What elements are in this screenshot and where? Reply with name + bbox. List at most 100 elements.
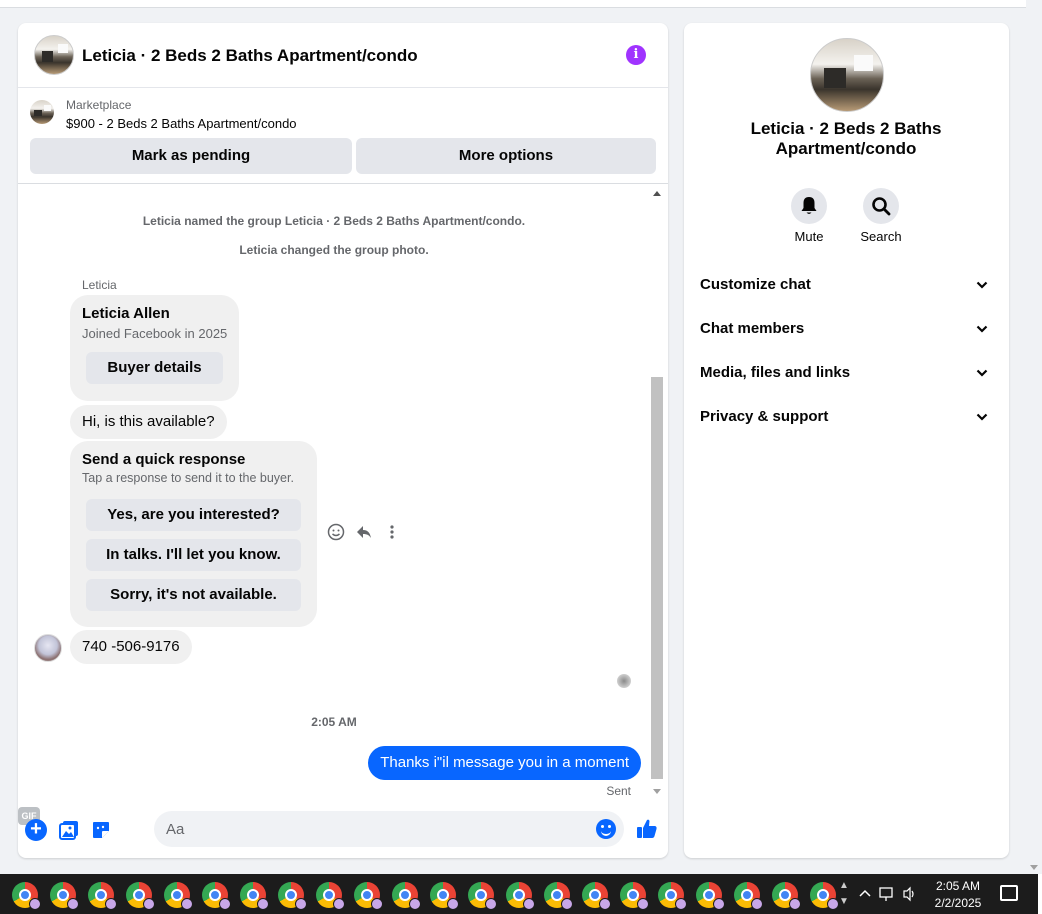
profile-badge-icon	[219, 898, 231, 910]
taskbar-chrome-profile-icon[interactable]	[734, 882, 763, 910]
scroll-up-arrow-icon[interactable]	[653, 191, 661, 196]
search-icon[interactable]	[863, 188, 899, 224]
buyer-card: Leticia Allen Joined Facebook in 2025 Bu…	[70, 295, 239, 401]
incoming-message[interactable]: 740 -506-9176	[70, 630, 192, 664]
taskbar-chrome-profile-icon[interactable]	[202, 882, 231, 910]
mark-as-pending-button[interactable]: Mark as pending	[30, 138, 352, 174]
quick-response-title: Send a quick response	[82, 451, 246, 468]
incoming-message[interactable]: Hi, is this available?	[70, 405, 227, 439]
group-photo[interactable]	[810, 38, 884, 112]
conversation-info-panel: Leticia · 2 Beds 2 Baths Apartment/condo…	[684, 23, 1009, 858]
bell-icon[interactable]	[791, 188, 827, 224]
message-composer: + GIF	[18, 807, 668, 858]
info-icon[interactable]: i	[626, 45, 646, 65]
show-desktop-button[interactable]	[1038, 874, 1042, 914]
marketplace-label: Marketplace	[66, 98, 132, 112]
taskbar-scroll-arrows[interactable]: ▲ ▼	[837, 878, 851, 912]
message-input-container	[154, 811, 624, 847]
emoji-icon[interactable]	[596, 819, 616, 839]
taskbar-chrome-profile-icon[interactable]	[278, 882, 307, 910]
scrollbar-thumb[interactable]	[651, 377, 663, 779]
more-vertical-icon[interactable]	[382, 523, 402, 543]
section-privacy-support[interactable]: Privacy & support	[700, 405, 993, 429]
section-label: Privacy & support	[700, 408, 829, 425]
mute-label: Mute	[794, 229, 824, 244]
profile-badge-icon	[371, 898, 383, 910]
buyer-joined: Joined Facebook in 2025	[82, 326, 228, 341]
listing-thumbnail[interactable]	[30, 100, 54, 124]
taskbar-chrome-profile-icon[interactable]	[430, 882, 459, 910]
taskbar-chrome-profile-icon[interactable]	[354, 882, 383, 910]
photo-icon[interactable]	[58, 819, 80, 841]
browser-top-edge	[0, 0, 1026, 8]
taskbar-chrome-profile-icon[interactable]	[810, 882, 839, 910]
section-media-files-links[interactable]: Media, files and links	[700, 361, 993, 385]
taskbar-chrome-profile-icon[interactable]	[126, 882, 155, 910]
scroll-down-arrow-icon[interactable]	[1030, 865, 1038, 870]
seen-indicator-avatar	[617, 674, 631, 688]
taskbar-chrome-profile-icon[interactable]	[544, 882, 573, 910]
conversation-avatar[interactable]	[34, 35, 74, 75]
taskbar-chrome-profile-icon[interactable]	[12, 882, 41, 910]
taskbar-chrome-profile-icon[interactable]	[506, 882, 535, 910]
system-message: Leticia named the group Leticia · 2 Beds…	[142, 214, 526, 228]
taskbar-chrome-profile-icon[interactable]	[316, 882, 345, 910]
scroll-down-arrow-icon[interactable]	[653, 789, 661, 794]
taskbar-clock[interactable]: 2:05 AM 2/2/2025	[928, 878, 988, 912]
network-icon	[879, 887, 893, 898]
outgoing-message[interactable]: Thanks i"il message you in a moment	[368, 746, 641, 780]
profile-badge-icon	[143, 898, 155, 910]
profile-badge-icon	[485, 898, 497, 910]
search-button[interactable]: Search	[851, 188, 911, 244]
thumbs-up-icon[interactable]	[635, 817, 659, 841]
taskbar-chrome-profile-icon[interactable]	[240, 882, 269, 910]
message-status: Sent	[606, 784, 631, 798]
section-chat-members[interactable]: Chat members	[700, 317, 993, 341]
system-message: Leticia changed the group photo.	[239, 243, 429, 257]
profile-badge-icon	[523, 898, 535, 910]
chat-panel: Leticia · 2 Beds 2 Baths Apartment/condo…	[18, 23, 668, 858]
quick-response-subtitle: Tap a response to send it to the buyer.	[82, 471, 294, 485]
notification-center-icon[interactable]	[1000, 885, 1018, 901]
taskbar-chrome-profile-icon[interactable]	[658, 882, 687, 910]
taskbar-chrome-profile-icon[interactable]	[696, 882, 725, 910]
profile-badge-icon	[713, 898, 725, 910]
profile-badge-icon	[827, 898, 839, 910]
plus-icon[interactable]: +	[25, 819, 47, 841]
taskbar-chrome-profile-icon[interactable]	[468, 882, 497, 910]
page-scrollbar[interactable]	[1026, 0, 1042, 874]
chat-header: Leticia · 2 Beds 2 Baths Apartment/condo…	[18, 23, 668, 88]
taskbar-chrome-profile-icon[interactable]	[50, 882, 79, 910]
reply-icon[interactable]	[354, 523, 374, 543]
taskbar: ▲ ▼ 2:05 AM 2/2/2025	[0, 874, 1042, 914]
taskbar-chrome-profile-icon[interactable]	[164, 882, 193, 910]
message-list: Leticia named the group Leticia · 2 Beds…	[18, 185, 668, 805]
mute-button[interactable]: Mute	[779, 188, 839, 244]
sender-avatar[interactable]	[34, 634, 62, 662]
system-tray[interactable]	[858, 884, 918, 907]
conversation-title[interactable]: Leticia · 2 Beds 2 Baths Apartment/condo	[82, 46, 418, 66]
taskbar-chrome-profile-icon[interactable]	[582, 882, 611, 910]
buyer-details-button[interactable]: Buyer details	[86, 352, 223, 384]
chevron-down-icon	[976, 413, 988, 421]
taskbar-chrome-profile-icon[interactable]	[88, 882, 117, 910]
taskbar-chrome-profile-icon[interactable]	[620, 882, 649, 910]
listing-title[interactable]: $900 - 2 Beds 2 Baths Apartment/condo	[66, 116, 297, 131]
message-scrollbar[interactable]	[650, 186, 664, 798]
taskbar-chrome-profile-icon[interactable]	[772, 882, 801, 910]
quick-response-option[interactable]: In talks. I'll let you know.	[86, 539, 301, 571]
message-input[interactable]	[166, 811, 586, 847]
profile-badge-icon	[29, 898, 41, 910]
taskbar-chrome-profile-icon[interactable]	[392, 882, 421, 910]
section-customize-chat[interactable]: Customize chat	[700, 273, 993, 297]
section-label: Media, files and links	[700, 364, 851, 381]
clock-time: 2:05 AM	[935, 879, 981, 893]
sticker-icon[interactable]	[90, 819, 112, 841]
react-smiley-icon[interactable]	[326, 523, 346, 543]
chevron-down-icon	[976, 369, 988, 377]
panel-title: Leticia · 2 Beds 2 Baths Apartment/condo	[750, 119, 942, 158]
profile-badge-icon	[295, 898, 307, 910]
quick-response-option[interactable]: Sorry, it's not available.	[86, 579, 301, 611]
quick-response-option[interactable]: Yes, are you interested?	[86, 499, 301, 531]
more-options-button[interactable]: More options	[356, 138, 656, 174]
